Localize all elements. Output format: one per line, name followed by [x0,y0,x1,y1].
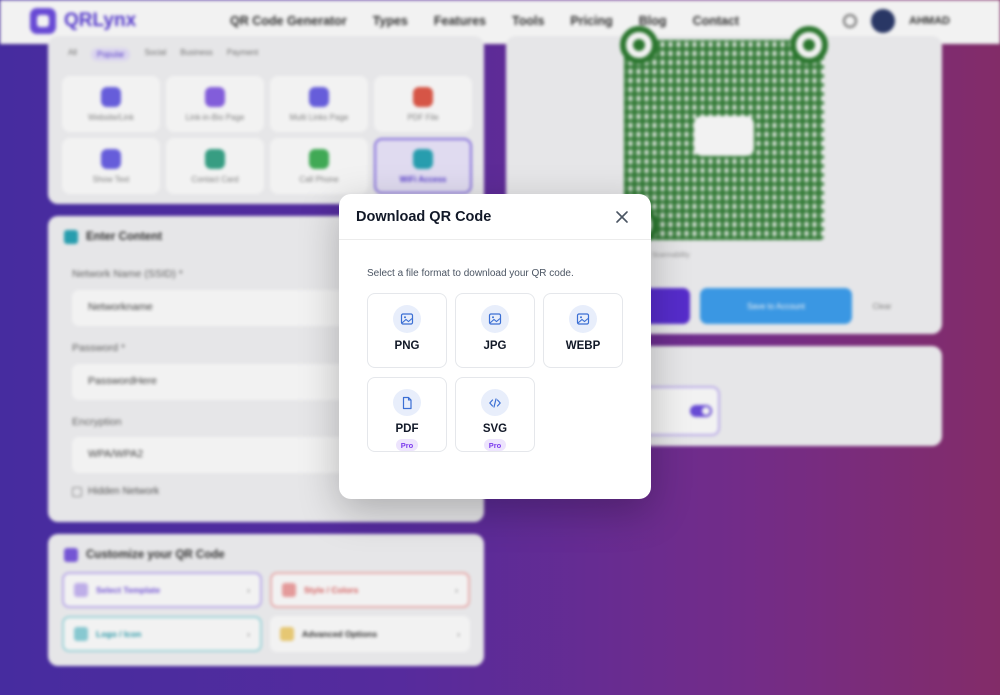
modal-description: Select a file format to download your QR… [367,268,574,279]
format-label: JPG [483,340,507,352]
format-pdf-button[interactable]: PDF Pro [367,377,447,452]
format-svg-button[interactable]: SVG Pro [455,377,535,452]
modal-header: Download QR Code [339,194,651,240]
format-label: WEBP [565,340,601,352]
pro-badge: Pro [483,439,507,451]
format-label: SVG [482,423,508,435]
format-png-button[interactable]: PNG [367,293,447,368]
code-icon [481,389,509,416]
pro-badge: Pro [395,439,419,451]
modal-title: Download QR Code [356,209,492,225]
image-icon [569,305,597,333]
format-webp-button[interactable]: WEBP [543,293,623,368]
format-label: PDF [395,423,419,435]
close-icon [616,211,628,223]
format-grid: PNG JPG WEBP PDF Pro SVG Pro [367,293,623,452]
file-icon [393,389,421,416]
format-jpg-button[interactable]: JPG [455,293,535,368]
image-icon [393,305,421,333]
image-icon [481,305,509,333]
download-modal: Download QR Code Select a file format to… [339,194,651,499]
close-button[interactable] [611,206,633,228]
format-label: PNG [394,340,420,352]
